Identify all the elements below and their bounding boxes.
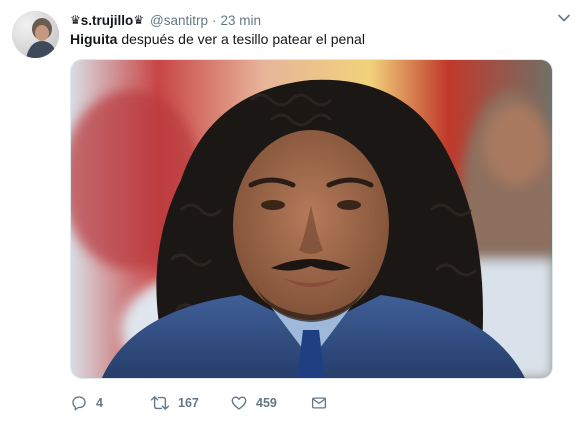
reply-count: 4: [96, 396, 103, 410]
reply-button[interactable]: 4: [70, 394, 150, 412]
retweet-button[interactable]: 167: [150, 394, 230, 412]
like-count: 459: [256, 396, 277, 410]
avatar[interactable]: [12, 11, 59, 58]
timestamp[interactable]: 23 min: [221, 13, 262, 28]
user-handle[interactable]: @santitrp: [150, 13, 208, 28]
tweet-header: ♛ s.trujillo ♛ @santitrp · 23 min: [70, 11, 261, 29]
avatar-image: [12, 11, 59, 58]
crown-icon: ♛: [70, 13, 81, 27]
tweet-actions: 4 167 459: [70, 392, 328, 414]
envelope-icon: [310, 394, 328, 412]
direct-message-button[interactable]: [310, 394, 328, 412]
tweet-text-bold: Higuita: [70, 31, 118, 47]
heart-icon: [230, 394, 248, 412]
tweet-card[interactable]: ♛ s.trujillo ♛ @santitrp · 23 min Higuit…: [0, 0, 585, 422]
display-name[interactable]: s.trujillo: [81, 13, 134, 28]
tweet-text: Higuita después de ver a tesillo patear …: [70, 31, 365, 47]
photo-of-man-with-curly-hair: [71, 60, 552, 378]
reply-icon: [70, 394, 88, 412]
separator-dot: ·: [212, 12, 217, 28]
crown-icon: ♛: [133, 13, 145, 27]
tweet-media[interactable]: [70, 59, 553, 379]
like-button[interactable]: 459: [230, 394, 310, 412]
chevron-down-icon[interactable]: [556, 10, 572, 26]
retweet-count: 167: [178, 396, 199, 410]
tweet-text-rest: después de ver a tesillo patear el penal: [117, 31, 365, 47]
retweet-icon: [150, 394, 170, 412]
